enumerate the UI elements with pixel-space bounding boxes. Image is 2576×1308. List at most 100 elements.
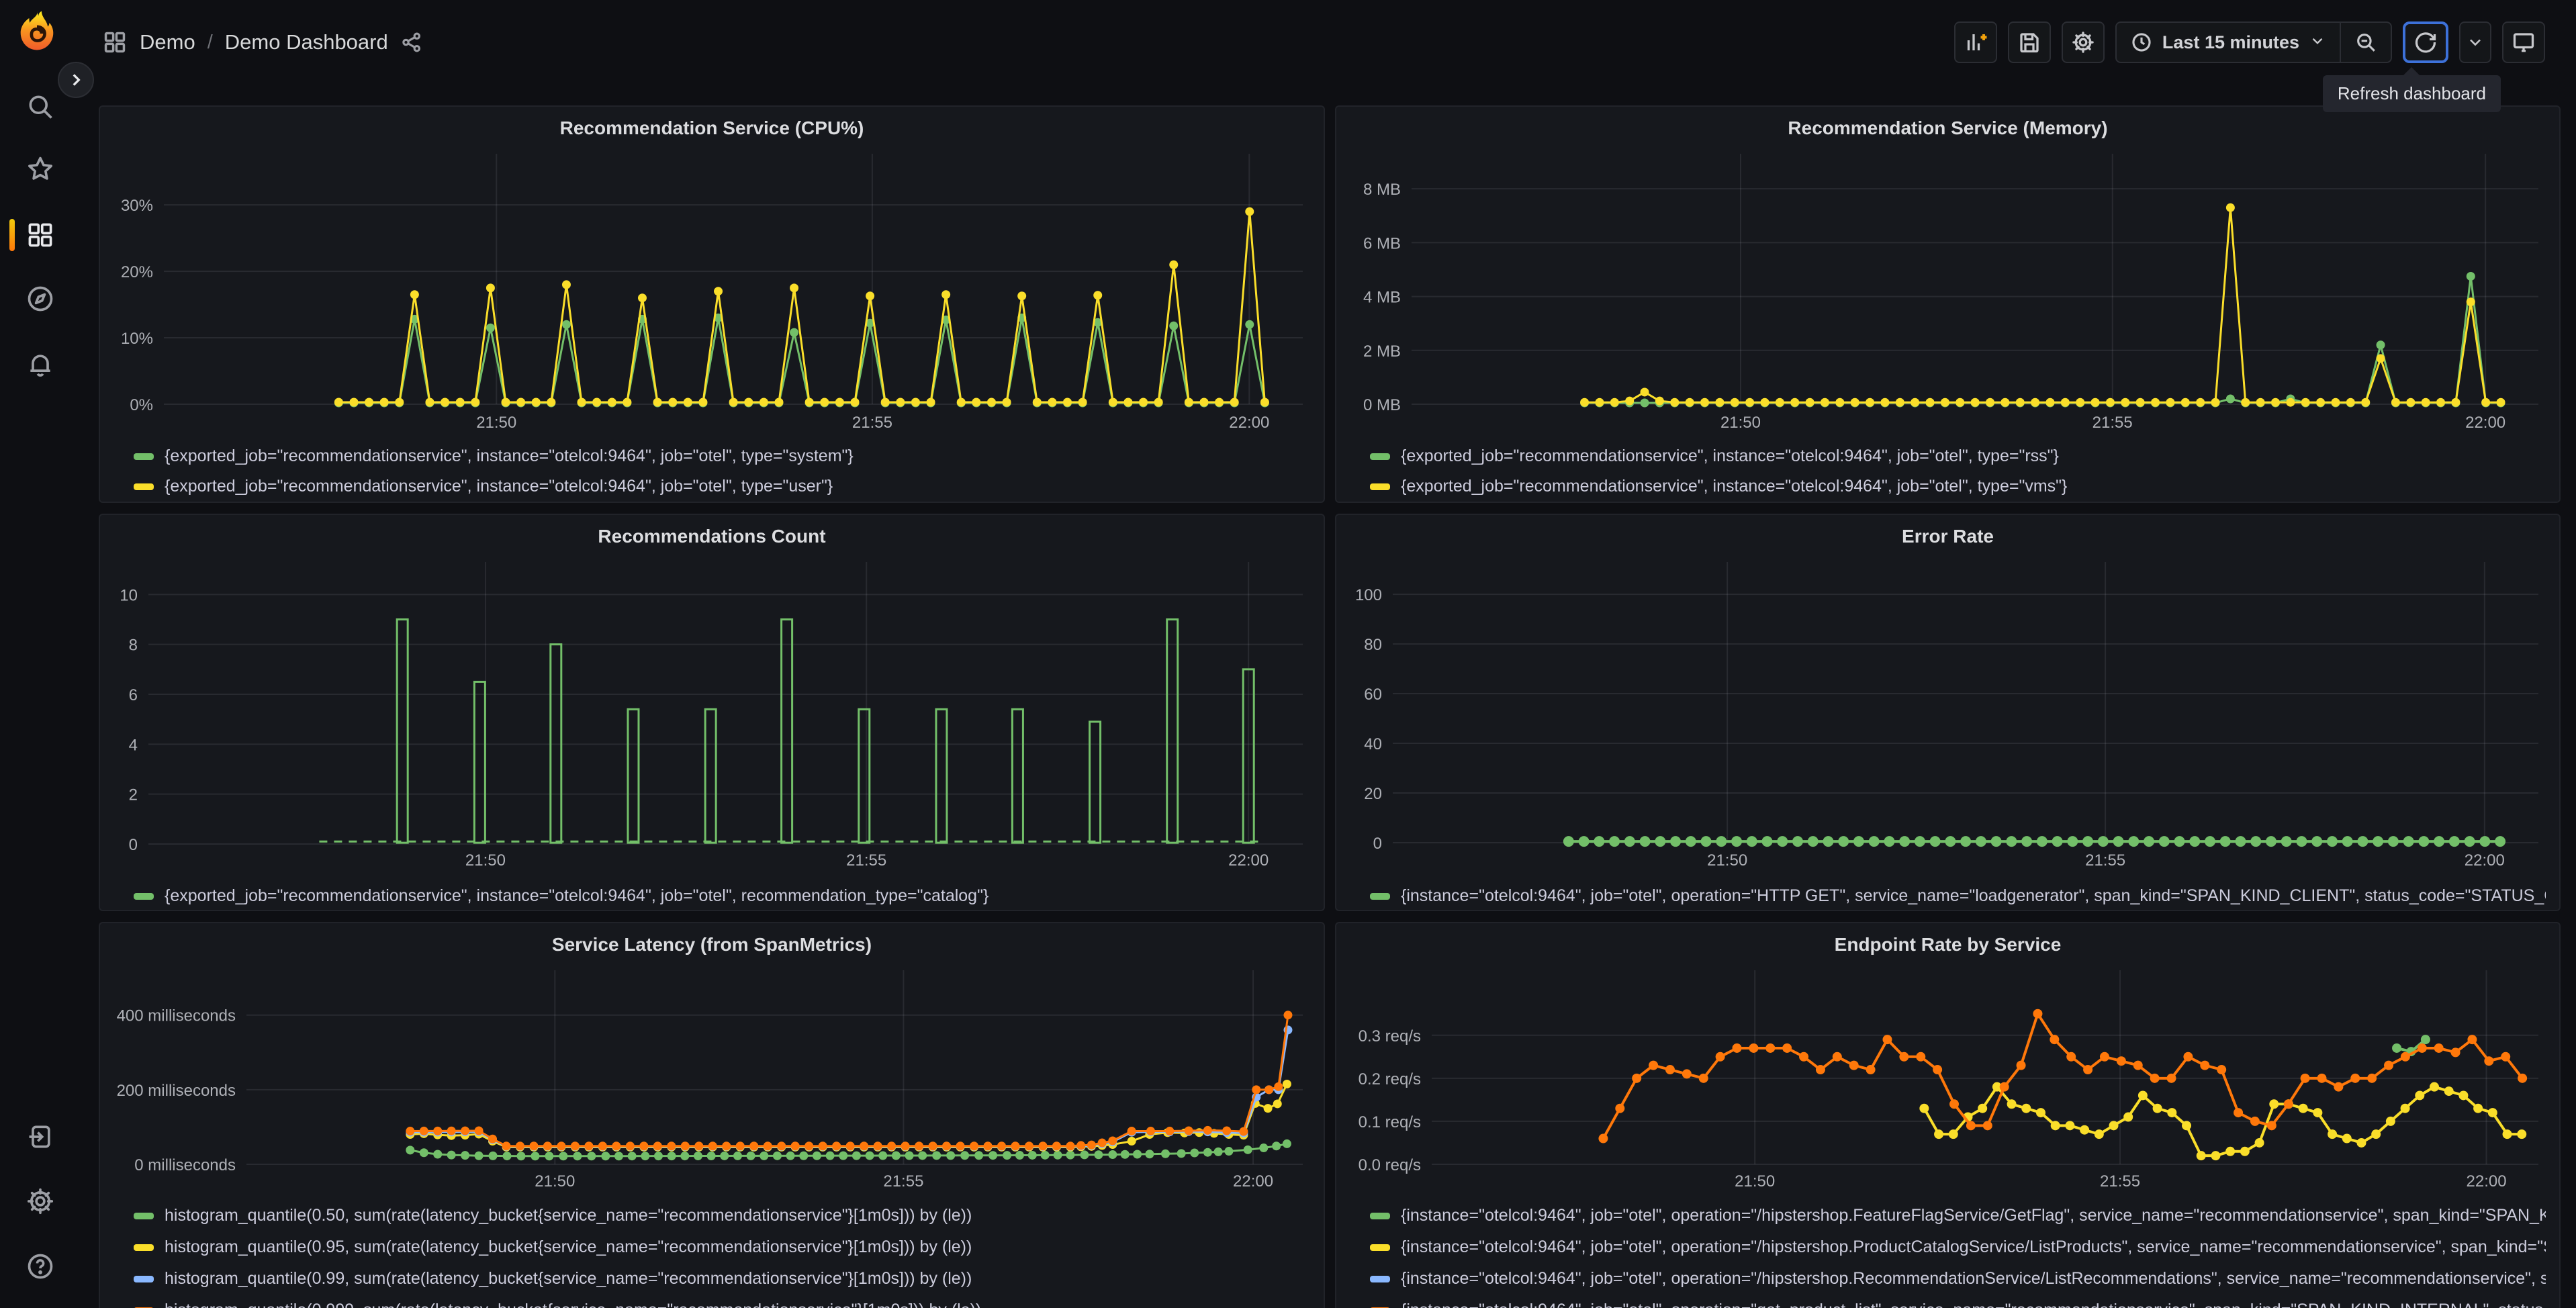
svg-text:22:00: 22:00 — [2465, 414, 2505, 432]
legend-item[interactable]: {exported_job="recommendationservice", i… — [1370, 441, 2546, 471]
sign-in-icon[interactable] — [24, 1121, 56, 1153]
legend-swatch — [134, 892, 154, 900]
svg-text:21:50: 21:50 — [535, 1172, 575, 1190]
svg-text:21:50: 21:50 — [1720, 414, 1761, 432]
legend-label: histogram_quantile(0.50, sum(rate(latenc… — [165, 1206, 972, 1225]
zoom-out-button[interactable] — [2340, 23, 2391, 62]
breadcrumb-section[interactable]: Demo — [140, 30, 195, 54]
save-dashboard-button[interactable] — [2007, 21, 2051, 63]
svg-text:100: 100 — [1355, 586, 1382, 604]
svg-text:0.0 req/s: 0.0 req/s — [1359, 1156, 1421, 1174]
panel-legend: {exported_job="recommendationservice", i… — [134, 441, 1310, 502]
svg-text:21:55: 21:55 — [883, 1172, 923, 1190]
svg-text:22:00: 22:00 — [1229, 414, 1269, 432]
legend-swatch — [134, 1212, 154, 1219]
sidebar — [0, 0, 75, 1308]
legend-swatch — [134, 483, 154, 490]
grafana-logo[interactable] — [12, 8, 62, 58]
svg-text:4: 4 — [129, 736, 138, 754]
legend-label: {exported_job="recommendationservice", i… — [1401, 477, 2068, 496]
search-icon[interactable] — [24, 91, 56, 123]
svg-text:21:50: 21:50 — [1707, 851, 1747, 870]
svg-text:21:55: 21:55 — [2100, 1172, 2140, 1190]
legend-label: {instance="otelcol:9464", job="otel", op… — [1401, 1237, 2546, 1256]
active-nav-indicator — [9, 219, 15, 251]
svg-text:0: 0 — [1373, 835, 1382, 853]
topbar-actions: Last 15 minutes — [1953, 21, 2545, 63]
legend-swatch — [1370, 483, 1390, 490]
time-range-picker[interactable]: Last 15 minutes — [2117, 23, 2340, 62]
refresh-interval-dropdown[interactable] — [2459, 21, 2491, 63]
svg-text:2: 2 — [129, 786, 138, 804]
panel-error-rate: Error Rate 0 20 40 60 80 100 21:50 21:55 22:00 {in… — [1335, 514, 2561, 911]
panel-recommendation-service-memory: Recommendation Service (Memory) 0 MB 2 MB 4… — [1335, 105, 2561, 503]
legend-item[interactable]: {instance="otelcol:9464", job="otel", op… — [1370, 1263, 2546, 1295]
legend-item[interactable]: histogram_quantile(0.95, sum(rate(latenc… — [134, 1231, 1310, 1263]
legend-item[interactable]: {exported_job="recommendationservice", i… — [1370, 471, 2546, 502]
svg-text:6: 6 — [129, 686, 138, 704]
legend-item[interactable]: histogram_quantile(0.999, sum(rate(laten… — [134, 1295, 1310, 1308]
svg-text:0 milliseconds: 0 milliseconds — [134, 1156, 236, 1174]
help-icon[interactable] — [24, 1250, 56, 1282]
monitor-icon — [2513, 33, 2534, 52]
breadcrumb: Demo / Demo Dashboard — [102, 30, 423, 55]
legend-item[interactable]: {exported_job="recommendationservice", i… — [134, 881, 1310, 910]
svg-text:10%: 10% — [121, 330, 153, 348]
svg-text:8 MB: 8 MB — [1363, 181, 1401, 199]
svg-text:200 milliseconds: 200 milliseconds — [117, 1082, 236, 1100]
svg-text:0%: 0% — [130, 396, 153, 414]
admin-gear-icon[interactable] — [24, 1185, 56, 1217]
legend-swatch — [1370, 453, 1390, 460]
topbar: Demo / Demo Dashboard Last 15 minutes — [75, 0, 2576, 85]
svg-text:30%: 30% — [121, 197, 153, 215]
panel-legend: {exported_job="recommendationservice", i… — [134, 881, 1310, 910]
alerting-bell-icon[interactable] — [24, 348, 56, 381]
sidebar-expand-button[interactable] — [58, 62, 94, 98]
svg-text:8: 8 — [129, 637, 138, 655]
legend-item[interactable]: {instance="otelcol:9464", job="otel", op… — [1370, 1295, 2546, 1308]
legend-label: {exported_job="recommendationservice", i… — [1401, 447, 2059, 465]
chevron-down-icon — [2470, 39, 2481, 46]
svg-text:80: 80 — [1364, 636, 1382, 654]
panel-legend: {exported_job="recommendationservice", i… — [1370, 441, 2546, 502]
share-icon[interactable] — [400, 31, 423, 54]
legend-item[interactable]: histogram_quantile(0.99, sum(rate(latenc… — [134, 1263, 1310, 1295]
breadcrumb-separator: / — [207, 31, 213, 53]
svg-text:0.3 req/s: 0.3 req/s — [1359, 1027, 1421, 1045]
svg-text:0.1 req/s: 0.1 req/s — [1359, 1113, 1421, 1131]
svg-text:10: 10 — [120, 586, 138, 604]
add-panel-button[interactable] — [1953, 21, 1997, 63]
time-range-label: Last 15 minutes — [2162, 32, 2299, 52]
legend-item[interactable]: {instance="otelcol:9464", job="otel", op… — [1370, 881, 2546, 910]
legend-swatch — [134, 453, 154, 460]
dashboard-settings-button[interactable] — [2061, 21, 2105, 63]
kiosk-mode-button[interactable] — [2502, 21, 2545, 63]
svg-text:22:00: 22:00 — [2465, 851, 2505, 870]
svg-text:0.2 req/s: 0.2 req/s — [1359, 1070, 1421, 1088]
svg-text:0: 0 — [129, 836, 138, 854]
grafana-app: Demo / Demo Dashboard Last 15 minutes Re… — [0, 0, 2576, 1308]
panel-recommendation-service-cpu: Recommendation Service (CPU%) 0% 10% 20% 30%… — [99, 105, 1325, 503]
legend-item[interactable]: {exported_job="recommendationservice", i… — [134, 441, 1310, 471]
refresh-dashboard-button[interactable] — [2403, 21, 2448, 63]
zoom-out-icon — [2357, 34, 2375, 52]
starred-icon[interactable] — [24, 153, 56, 185]
legend-item[interactable]: {instance="otelcol:9464", job="otel", op… — [1370, 1200, 2546, 1231]
dashboards-grid-icon — [104, 32, 126, 53]
dashboards-icon[interactable] — [24, 219, 56, 251]
svg-text:21:50: 21:50 — [476, 414, 516, 432]
refresh-tooltip: Refresh dashboard — [2322, 67, 2501, 112]
panel-legend: {instance="otelcol:9464", job="otel", op… — [1370, 881, 2546, 910]
svg-text:40: 40 — [1364, 735, 1382, 753]
refresh-icon — [2415, 32, 2436, 53]
legend-item[interactable]: {instance="otelcol:9464", job="otel", op… — [1370, 1231, 2546, 1263]
svg-text:21:55: 21:55 — [2085, 851, 2125, 870]
legend-label: histogram_quantile(0.999, sum(rate(laten… — [165, 1301, 981, 1308]
legend-item[interactable]: {exported_job="recommendationservice", i… — [134, 471, 1310, 502]
svg-text:2 MB: 2 MB — [1363, 342, 1401, 361]
legend-item[interactable]: histogram_quantile(0.50, sum(rate(latenc… — [134, 1200, 1310, 1231]
svg-text:21:55: 21:55 — [852, 414, 892, 432]
explore-compass-icon[interactable] — [24, 283, 56, 315]
panel-chart: 0 20 40 60 80 100 21:50 21:55 22:00 — [1355, 562, 2538, 870]
legend-label: histogram_quantile(0.99, sum(rate(latenc… — [165, 1269, 972, 1288]
